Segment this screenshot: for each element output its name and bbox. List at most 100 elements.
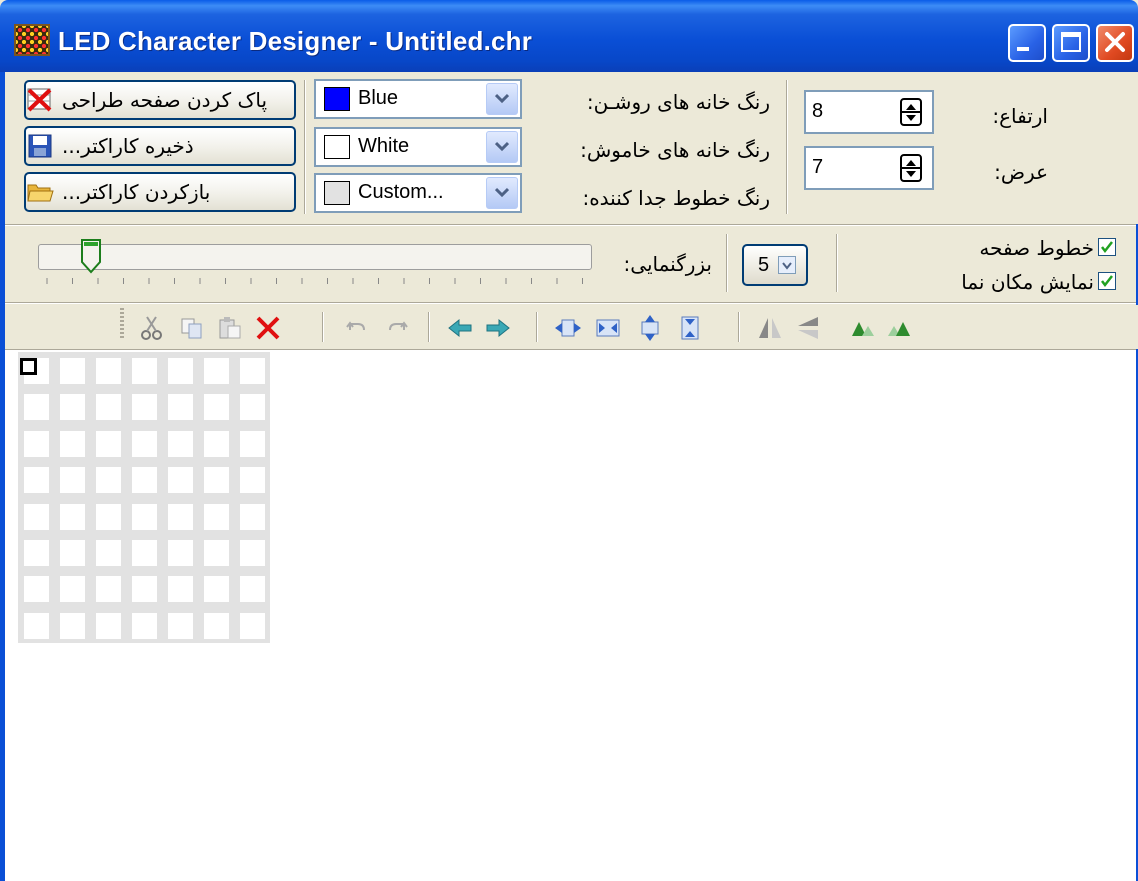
led-cell[interactable] <box>168 612 193 639</box>
led-cell[interactable] <box>96 394 121 421</box>
led-cell[interactable] <box>204 576 229 603</box>
section-divider <box>5 224 1136 226</box>
led-cell[interactable] <box>204 358 229 384</box>
led-cell[interactable] <box>132 612 157 639</box>
paste-icon[interactable] <box>216 314 244 342</box>
led-cell[interactable] <box>24 540 49 566</box>
led-cell[interactable] <box>60 612 85 639</box>
zoom-slider-thumb[interactable] <box>80 238 102 274</box>
led-cell[interactable] <box>96 576 121 603</box>
led-cell[interactable] <box>132 467 157 494</box>
led-cell[interactable] <box>168 430 193 457</box>
chevron-down-icon[interactable] <box>486 131 518 163</box>
save-character-label: ذخیره کاراکتر... <box>62 134 194 158</box>
save-character-button[interactable]: ذخیره کاراکتر... <box>24 126 296 166</box>
led-cell[interactable] <box>132 394 157 421</box>
panel-separator <box>786 80 788 214</box>
led-cell[interactable] <box>240 503 265 530</box>
maximize-button[interactable] <box>1052 24 1090 62</box>
width-spinner[interactable]: 7 <box>804 146 934 190</box>
led-cell[interactable] <box>60 576 85 603</box>
rotate-right-icon[interactable] <box>886 314 914 342</box>
undo-icon[interactable] <box>344 314 372 342</box>
separator-color-select[interactable]: Custom... <box>314 173 522 213</box>
led-cell[interactable] <box>24 612 49 639</box>
open-character-button[interactable]: بازکردن کاراکتر... <box>24 172 296 212</box>
zoom-slider[interactable] <box>38 244 592 270</box>
led-cell[interactable] <box>240 540 265 566</box>
clear-design-button[interactable]: پاک کردن صفحه طراحی <box>24 80 296 120</box>
led-cell[interactable] <box>24 503 49 530</box>
led-cell[interactable] <box>204 503 229 530</box>
led-cell[interactable] <box>240 358 265 384</box>
led-cell[interactable] <box>168 576 193 603</box>
led-cell[interactable] <box>168 540 193 566</box>
led-cell[interactable] <box>60 467 85 494</box>
minimize-button[interactable] <box>1008 24 1046 62</box>
shift-left-icon[interactable] <box>446 314 474 342</box>
close-button[interactable] <box>1096 24 1134 62</box>
led-cell[interactable] <box>132 430 157 457</box>
led-cell[interactable] <box>24 467 49 494</box>
title-bar[interactable]: LED Character Designer - Untitled.chr <box>0 0 1138 72</box>
zoom-level-select[interactable]: 5 <box>742 244 808 286</box>
led-cell[interactable] <box>24 394 49 421</box>
led-cell[interactable] <box>96 358 121 384</box>
app-icon[interactable] <box>14 24 50 56</box>
led-cell[interactable] <box>240 612 265 639</box>
flip-vertical-icon[interactable] <box>794 314 822 342</box>
led-cell[interactable] <box>168 503 193 530</box>
led-cell[interactable] <box>60 394 85 421</box>
led-cell[interactable] <box>168 358 193 384</box>
redo-icon[interactable] <box>382 314 410 342</box>
copy-icon[interactable] <box>178 314 206 342</box>
shrink-horizontal-icon[interactable] <box>594 314 622 342</box>
led-cell[interactable] <box>60 430 85 457</box>
led-cell[interactable] <box>240 430 265 457</box>
led-cell[interactable] <box>204 394 229 421</box>
shift-right-icon[interactable] <box>484 314 512 342</box>
spin-updown-icon[interactable] <box>900 98 922 126</box>
led-cell[interactable] <box>96 503 121 530</box>
led-cell[interactable] <box>240 467 265 494</box>
spin-updown-icon[interactable] <box>900 154 922 182</box>
led-cell[interactable] <box>204 430 229 457</box>
height-spinner[interactable]: 8 <box>804 90 934 134</box>
led-design-grid[interactable] <box>18 352 270 643</box>
led-cell[interactable] <box>132 576 157 603</box>
chevron-down-icon[interactable] <box>778 256 796 274</box>
led-cell[interactable] <box>96 612 121 639</box>
toolbar-grip[interactable] <box>120 308 124 340</box>
on-cell-color-select[interactable]: Blue <box>314 79 522 119</box>
shrink-vertical-icon[interactable] <box>676 314 704 342</box>
led-cell[interactable] <box>60 503 85 530</box>
expand-horizontal-icon[interactable] <box>554 314 582 342</box>
led-cell[interactable] <box>96 467 121 494</box>
cut-icon[interactable] <box>138 314 166 342</box>
led-cell[interactable] <box>96 430 121 457</box>
led-cell[interactable] <box>132 358 157 384</box>
led-cell[interactable] <box>24 430 49 457</box>
led-cell[interactable] <box>24 576 49 603</box>
delete-icon[interactable] <box>254 314 282 342</box>
led-cell[interactable] <box>60 540 85 566</box>
chevron-down-icon[interactable] <box>486 177 518 209</box>
led-cell[interactable] <box>168 394 193 421</box>
chevron-down-icon[interactable] <box>486 83 518 115</box>
led-cell[interactable] <box>96 540 121 566</box>
led-cell[interactable] <box>240 576 265 603</box>
led-cell[interactable] <box>204 540 229 566</box>
off-cell-color-select[interactable]: White <box>314 127 522 167</box>
led-cell[interactable] <box>204 467 229 494</box>
led-cell[interactable] <box>60 358 85 384</box>
rotate-left-icon[interactable] <box>848 314 876 342</box>
led-cell[interactable] <box>132 503 157 530</box>
led-cell[interactable] <box>168 467 193 494</box>
grid-lines-checkbox[interactable] <box>1098 238 1116 256</box>
led-cell[interactable] <box>204 612 229 639</box>
show-cursor-checkbox[interactable] <box>1098 272 1116 290</box>
expand-vertical-icon[interactable] <box>636 314 664 342</box>
led-cell[interactable] <box>240 394 265 421</box>
led-cell[interactable] <box>132 540 157 566</box>
flip-horizontal-icon[interactable] <box>756 314 784 342</box>
